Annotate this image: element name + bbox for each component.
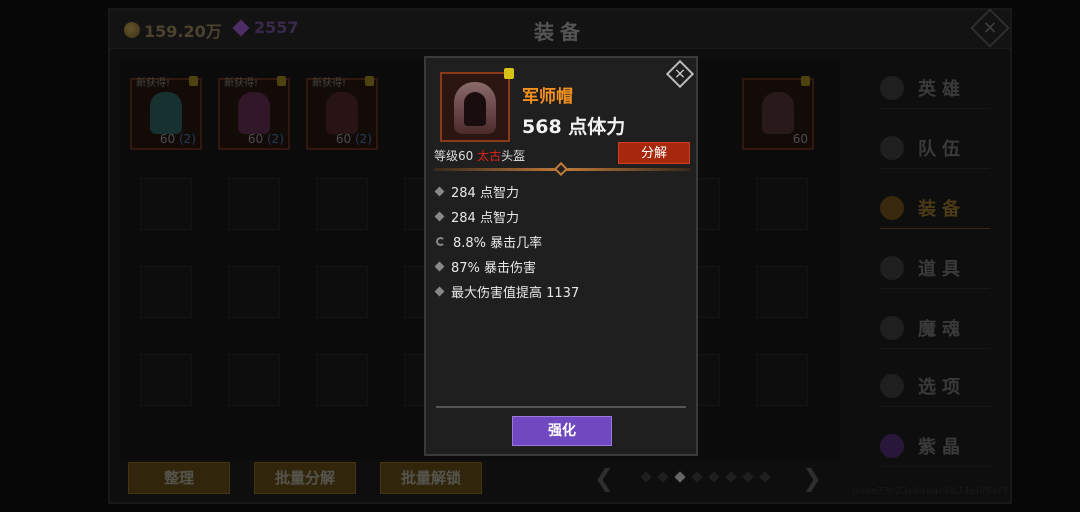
decompose-button[interactable]: 分解: [618, 142, 690, 164]
item-name: 军师帽: [522, 87, 573, 107]
diamond-bullet-icon: [434, 211, 445, 222]
item-main-stat: 568 点体力: [522, 116, 626, 138]
close-popup-button[interactable]: ×: [665, 59, 695, 89]
diamond-bullet-icon: [434, 261, 445, 272]
stat-line: 最大伤害值提高 1137: [434, 282, 579, 301]
diamond-bullet-icon: [434, 186, 445, 197]
lock-icon[interactable]: [504, 68, 514, 79]
divider: [436, 406, 686, 408]
stat-line: 284 点智力: [434, 207, 519, 226]
item-portrait: [440, 72, 510, 142]
close-icon: ×: [674, 66, 686, 82]
reroll-icon: [436, 237, 445, 246]
divider-gem-icon: [553, 161, 569, 177]
stat-line: 87% 暴击伤害: [434, 257, 536, 276]
diamond-bullet-icon: [434, 286, 445, 297]
item-detail-popup: 军师帽 568 点体力 × 等级60 太古头盔 分解 284 点智力 284 点…: [424, 56, 698, 456]
stat-line: 8.8% 暴击几率: [436, 232, 542, 251]
stat-line: 284 点智力: [434, 182, 519, 201]
item-level-line: 等级60 太古头盔: [434, 149, 526, 163]
enhance-button[interactable]: 强化: [512, 416, 612, 446]
